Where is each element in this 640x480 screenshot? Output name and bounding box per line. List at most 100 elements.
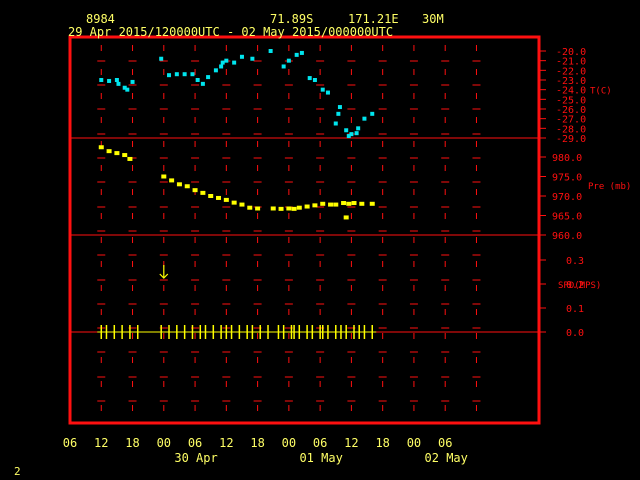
temperature-point [200, 81, 205, 86]
pressure-point [208, 194, 214, 198]
pressure-point [169, 178, 175, 183]
pressure-point [270, 206, 276, 211]
temperature-point [232, 60, 237, 65]
y-tick-label: 975.0 [552, 173, 582, 184]
elevation: 30M [422, 12, 444, 26]
x-tick-label: 00 [407, 436, 421, 450]
x-tick-label: 12 [344, 436, 358, 450]
pressure-point [192, 188, 198, 193]
x-tick-label: 06 [188, 436, 202, 450]
temperature-point [337, 105, 342, 110]
pressure-point [161, 174, 167, 179]
temperature-point [190, 72, 195, 77]
pressure-point [127, 156, 133, 161]
pressure-point [255, 206, 261, 211]
pressure-point [247, 205, 253, 210]
y-axis-label: Pre (mb) [588, 182, 631, 192]
pressure-point [114, 151, 120, 156]
temperature-point [174, 72, 179, 77]
temperature-point [116, 81, 121, 86]
pressure-point [346, 201, 352, 206]
x-date-label: 01 May [299, 451, 342, 465]
pressure-point [351, 201, 357, 206]
pressure-point [296, 205, 302, 210]
temperature-point [320, 87, 325, 92]
pressure-point [369, 201, 375, 206]
pressure-point [216, 195, 222, 200]
temperature-point [167, 73, 172, 78]
temperature-point [182, 72, 187, 77]
y-tick-label: 960.0 [552, 231, 582, 242]
y-tick-label: 0.1 [566, 304, 584, 315]
pressure-point [106, 149, 112, 154]
x-tick-label: 12 [219, 436, 233, 450]
temperature-point [159, 56, 164, 61]
temperature-point [286, 58, 291, 63]
meteogram-plot: -20.0-21.0-22.0-23.0-24.0-25.0-26.0-27.0… [63, 35, 631, 465]
temperature-point [107, 78, 112, 83]
y-tick-label: 965.0 [552, 212, 582, 223]
pressure-point [122, 153, 128, 158]
temperature-point [336, 111, 341, 116]
x-tick-label: 06 [63, 436, 77, 450]
temperature-point [356, 126, 361, 131]
pressure-point [223, 197, 229, 202]
pressure-point [98, 145, 104, 150]
latitude: 71.89S [270, 12, 314, 26]
temperature-point [130, 79, 135, 84]
y-tick-label: 970.0 [552, 192, 582, 203]
temperature-point [281, 64, 286, 69]
pressure-point [320, 201, 326, 206]
temperature-point [349, 132, 354, 137]
pressure-point [291, 206, 297, 211]
temperature-point [213, 68, 218, 73]
pressure-point [286, 206, 292, 211]
temperature-point [219, 64, 224, 69]
x-tick-label: 06 [313, 436, 327, 450]
pressure-point [312, 203, 318, 208]
x-tick-label: 18 [375, 436, 389, 450]
pressure-point [278, 206, 284, 211]
pressure-point [328, 202, 334, 207]
x-tick-label: 12 [94, 436, 108, 450]
temperature-point [268, 49, 273, 53]
temperature-point [294, 52, 299, 57]
y-axis-label: SPD(MPS) [558, 281, 601, 291]
y-tick-label: 980.0 [552, 153, 582, 164]
temperature-point [220, 60, 225, 65]
y-axis-label: T(C) [590, 87, 612, 97]
pressure-point [333, 202, 339, 207]
page-number: 2 [14, 465, 21, 478]
pressure-point [176, 182, 182, 187]
longitude: 171.21E [348, 12, 399, 26]
wind-direction-arrow [159, 265, 169, 279]
time-range: 29 Apr 2015/120000UTC - 02 May 2015/0000… [68, 25, 394, 39]
pressure-point [239, 202, 245, 207]
pressure-point [341, 201, 347, 206]
temperature-point [195, 78, 200, 82]
temperature-point [114, 78, 119, 82]
temperature-point [333, 121, 338, 126]
pressure-point [359, 201, 365, 206]
temperature-point [307, 76, 312, 81]
x-tick-label: 00 [282, 436, 296, 450]
temperature-point [206, 75, 211, 80]
plot-frame [68, 35, 541, 425]
pressure-point [343, 215, 349, 220]
x-tick-label: 18 [125, 436, 139, 450]
x-tick-label: 06 [438, 436, 452, 450]
station-id: 8984 [86, 12, 115, 26]
pressure-point [231, 200, 237, 205]
x-tick-label: 18 [250, 436, 264, 450]
pressure-point [200, 190, 206, 195]
temperature-point [299, 50, 304, 55]
temperature-point [99, 78, 104, 82]
pressure-point [304, 204, 310, 209]
temperature-point [370, 111, 375, 116]
temperature-point [250, 56, 255, 61]
temperature-point [312, 78, 317, 82]
temperature-point [325, 90, 330, 95]
temperature-point [362, 116, 367, 121]
x-date-label: 02 May [425, 451, 468, 465]
x-tick-label: 00 [157, 436, 171, 450]
